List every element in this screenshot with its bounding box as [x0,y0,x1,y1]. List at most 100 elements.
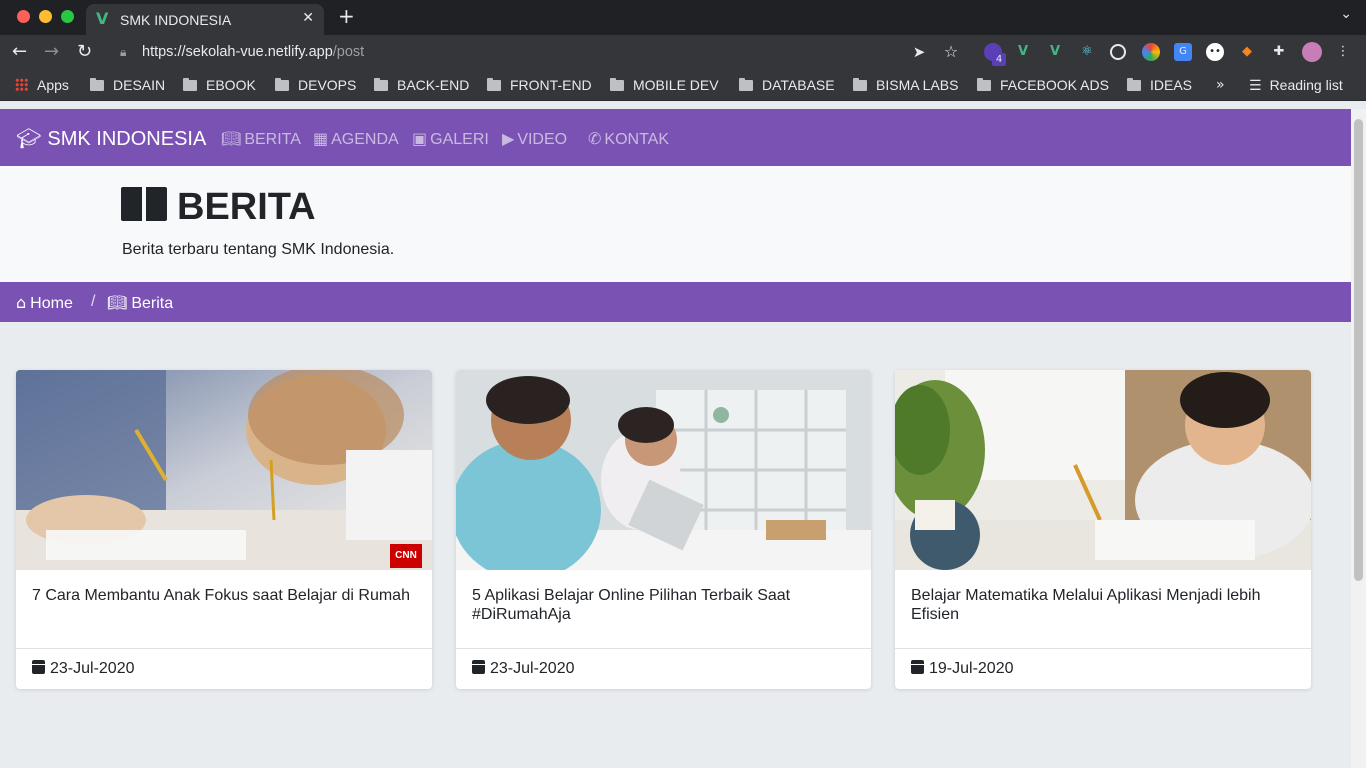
post-title[interactable]: Belajar Matematika Melalui Aplikasi Menj… [911,586,1295,624]
folder-icon [610,78,624,91]
vue-devtools-2-icon[interactable]: V [1046,43,1064,61]
tab-title: SMK INDONESIA [120,12,232,28]
graduation-cap-icon: 🎓︎ [16,126,42,150]
post-footer: 23-Jul-2020 [16,648,432,689]
profile-avatar[interactable] [1302,42,1322,62]
bookmark-facebook-ads[interactable]: FACEBOOK ADS [977,77,1109,93]
post-image[interactable] [895,370,1311,570]
page-title: BERITA [121,186,316,229]
post-title[interactable]: 5 Aplikasi Belajar Online Pilihan Terbai… [472,586,856,624]
folder-icon [374,78,388,91]
vue-favicon-icon: V [96,9,109,28]
post-title[interactable]: 7 Cara Membantu Anak Fokus saat Belajar … [32,586,416,605]
folder-icon [977,78,991,91]
post-image[interactable]: CNN [16,370,432,570]
apps-grid-icon [15,78,28,91]
url-path: /post [332,44,365,60]
site-brand[interactable]: 🎓︎ SMK INDONESIA [16,126,206,151]
extensions-puzzle-icon[interactable]: ✚ [1270,43,1288,61]
book-open-icon [121,187,167,221]
folder-icon [1127,78,1141,91]
forward-button[interactable]: → [44,41,59,62]
address-bar-row: ← → ↻ 🔒︎ https://sekolah-vue.netlify.app… [0,35,1366,71]
send-icon[interactable]: ➤ [910,43,928,61]
breadcrumb: ⌂ Home / 📖︎ Berita [0,282,1351,322]
bookmark-apps[interactable]: Apps [15,77,69,93]
page-header: BERITA Berita terbaru tentang SMK Indone… [0,166,1351,282]
browser-tab-bar: V SMK INDONESIA ✕ + ⌄ [0,0,1366,35]
browser-menu-icon[interactable]: ⋮ [1334,43,1352,61]
page-scrollbar[interactable] [1351,109,1366,768]
breadcrumb-home[interactable]: ⌂ Home [16,293,73,313]
post-date: 23-Jul-2020 [472,660,575,678]
folder-icon [90,78,104,91]
new-tab-button[interactable]: + [338,4,355,28]
folder-icon [183,78,197,91]
scrollbar-thumb[interactable] [1354,119,1363,581]
nav-agenda[interactable]: ▦ AGENDA [313,129,399,149]
book-open-icon: 📖︎ [221,129,242,148]
tab-search-chevron-icon[interactable]: ⌄ [1340,6,1352,22]
post-card[interactable]: CNN 7 Cara Membantu Anak Fokus saat Bela… [16,370,432,689]
reload-button[interactable]: ↻ [77,41,92,62]
reading-list-button[interactable]: ☰ Reading list [1249,77,1343,94]
url-host: https://sekolah-vue.netlify.app [142,44,333,60]
bookmark-bisma-labs[interactable]: BISMA LABS [853,77,958,93]
bookmark-back-end[interactable]: BACK-END [374,77,469,93]
bookmark-star-icon[interactable]: ☆ [942,43,960,61]
video-camera-icon: ▶ [502,129,515,148]
bookmark-desain[interactable]: DESAIN [90,77,165,93]
breadcrumb-current: 📖︎ Berita [107,293,174,312]
nav-berita[interactable]: 📖︎ BERITA [221,129,301,149]
nav-galeri[interactable]: ▣ GALERI [412,129,489,149]
post-card[interactable]: Belajar Matematika Melalui Aplikasi Menj… [895,370,1311,689]
extension-target-icon[interactable] [1110,44,1126,60]
translate-icon[interactable]: G [1174,43,1192,61]
url-field[interactable]: 🔒︎ https://sekolah-vue.netlify.app/post [110,39,980,67]
close-window-button[interactable] [17,10,30,23]
calendar-icon: ▦ [313,129,329,148]
bookmark-front-end[interactable]: FRONT-END [487,77,592,93]
post-card[interactable]: 5 Aplikasi Belajar Online Pilihan Terbai… [456,370,871,689]
close-tab-icon[interactable]: ✕ [302,10,314,26]
metamask-fox-icon[interactable]: ◆ [1238,43,1256,61]
bookmark-mobile-dev[interactable]: MOBILE DEV [610,77,719,93]
extension-badge: 4 [992,53,1006,66]
web-page: 🎓︎ SMK INDONESIA 📖︎ BERITA ▦ AGENDA ▣ GALERI… [0,109,1351,768]
vue-devtools-icon[interactable]: V [1014,43,1032,61]
minimize-window-button[interactable] [39,10,52,23]
folder-icon [275,78,289,91]
bookmarks-overflow-button[interactable]: » [1216,77,1225,93]
folder-icon [853,78,867,91]
folder-icon [739,78,753,91]
post-footer: 23-Jul-2020 [456,648,871,689]
breadcrumb-separator: / [91,293,96,310]
phone-icon: ✆ [588,129,602,148]
book-open-icon: 📖︎ [107,293,128,312]
post-footer: 19-Jul-2020 [895,648,1311,689]
back-button[interactable]: ← [12,41,27,62]
reading-list-icon: ☰ [1249,78,1262,94]
bookmark-database[interactable]: DATABASE [739,77,835,93]
bookmark-ebook[interactable]: EBOOK [183,77,256,93]
browser-tab[interactable]: V SMK INDONESIA ✕ [86,4,324,35]
extension-dots-icon[interactable]: •• [1206,43,1224,61]
post-image[interactable] [456,370,871,570]
nav-video[interactable]: ▶ VIDEO [502,129,567,149]
cnn-logo: CNN [390,544,422,568]
calendar-icon [911,660,924,674]
page-subtitle: Berita terbaru tentang SMK Indonesia. [122,241,395,258]
bookmark-devops[interactable]: DEVOPS [275,77,356,93]
bookmark-ideas[interactable]: IDEAS [1127,77,1192,93]
react-devtools-icon[interactable]: ⚛ [1078,43,1096,61]
maximize-window-button[interactable] [61,10,74,23]
folder-icon [487,78,501,91]
nav-kontak[interactable]: ✆ KONTAK [588,129,669,149]
post-date: 23-Jul-2020 [32,660,135,678]
post-date: 19-Jul-2020 [911,660,1014,678]
color-picker-icon[interactable] [1142,43,1160,61]
calendar-icon [32,660,45,674]
site-navbar: 🎓︎ SMK INDONESIA 📖︎ BERITA ▦ AGENDA ▣ GALERI… [0,109,1351,166]
home-icon: ⌂ [16,293,27,312]
lock-icon: 🔒︎ [120,45,127,59]
